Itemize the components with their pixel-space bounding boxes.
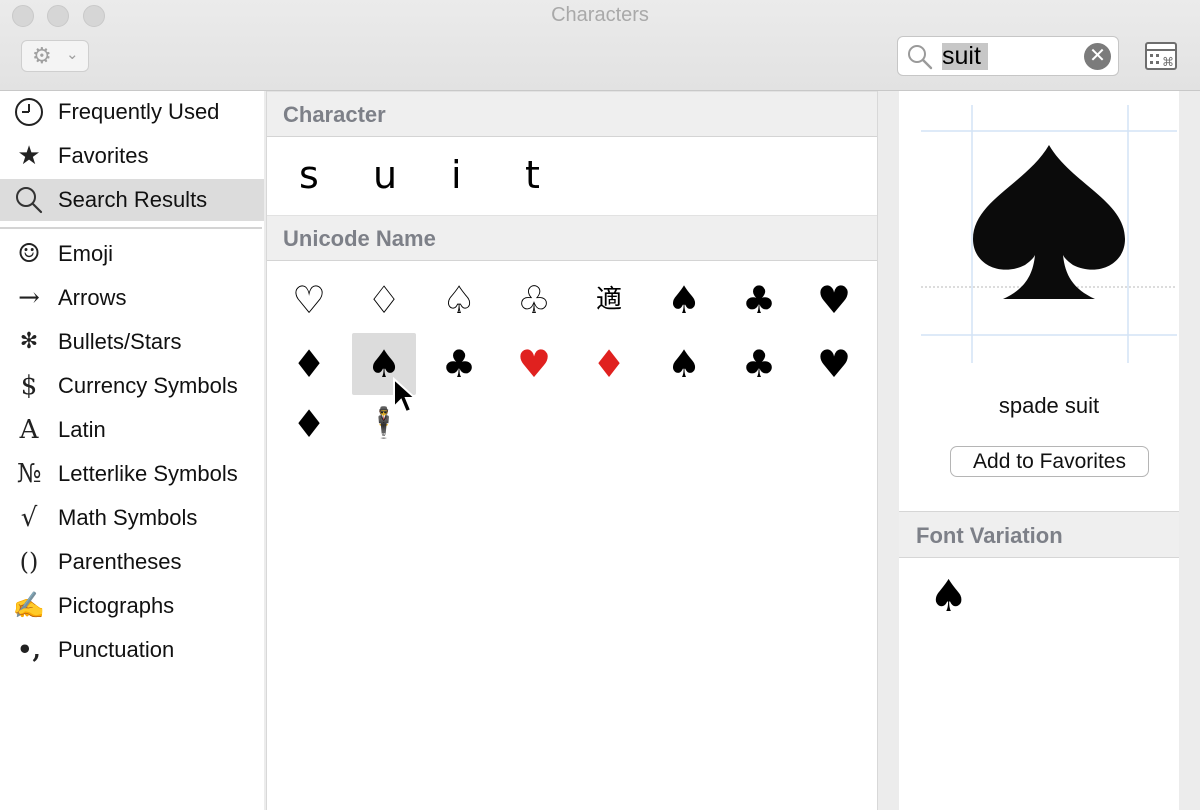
punctuation-icon: •, [17,635,41,664]
search-field[interactable]: ✕ [897,36,1119,76]
sidebar-item-pictographs[interactable]: ✍ Pictographs [0,585,264,627]
asterisk-icon: ✻ [19,329,39,354]
action-menu-button[interactable]: ⚙ ⌄ [21,40,89,72]
glyph-circled-ideograph-suitable[interactable]: 適 [577,269,641,331]
clock-icon [8,91,50,133]
sidebar-item-label: Math Symbols [58,505,198,530]
sidebar-item-label: Pictographs [58,593,175,618]
arrow-icon: → [18,283,40,313]
sidebar-item-arrows[interactable]: → Arrows [0,277,264,319]
glyph-black-diamond-suit[interactable]: ♦ [277,333,341,395]
sidebar-item-label: Punctuation [58,637,175,662]
sidebar-item-emoji[interactable]: ☺ Emoji [0,233,264,275]
unicode-name-section-header: Unicode Name [267,215,877,261]
mouse-pointer-icon [393,377,418,414]
sidebar-item-label: Emoji [58,241,114,266]
glyph-spade-suit[interactable]: ♠ [652,333,716,395]
sidebar-item-label: Currency Symbols [58,373,238,398]
glyph-white-spade-suit[interactable]: ♤ [427,269,491,331]
search-input[interactable] [942,42,1072,70]
character-u[interactable]: u [373,153,397,197]
writing-hand-icon: ✍ [12,591,46,621]
dollar-icon: $ [20,371,38,401]
sidebar-item-label: Latin [58,417,106,442]
character-detail-pane: spade suit Add to Favorites Font Variati… [899,91,1179,810]
sidebar-item-currency-symbols[interactable]: $ Currency Symbols [0,365,264,407]
glyph-black-club-suit[interactable]: ♣ [727,269,791,331]
sidebar-item-frequently-used[interactable]: Frequently Used [0,91,264,133]
sidebar-item-label: Letterlike Symbols [58,461,238,486]
smiley-icon: ☺ [17,239,41,269]
character-s[interactable]: s [299,153,319,197]
sidebar-item-label: Search Results [58,187,208,212]
glyph-diamond-suit-emoji[interactable]: ♦ [577,333,641,395]
add-to-favorites-button[interactable]: Add to Favorites [950,446,1149,477]
glyph-white-diamond-suit[interactable]: ♢ [352,269,416,331]
font-variation-section-header: Font Variation [899,511,1179,558]
sidebar-item-label: Arrows [58,285,127,310]
sqrt-icon: √ [20,503,38,533]
sidebar-item-latin[interactable]: A Latin [0,409,264,451]
character-i[interactable]: i [451,153,462,197]
character-t[interactable]: t [525,153,540,197]
star-icon: ★ [17,141,41,171]
title-bar: Characters ⚙ ⌄ ✕ ⌘ [0,0,1200,91]
glyph-diamond-suit[interactable]: ♦ [277,393,341,455]
glyph-white-heart-suit[interactable]: ♡ [277,269,341,331]
glyph-white-club-suit[interactable]: ♧ [502,269,566,331]
sidebar-item-math-symbols[interactable]: √ Math Symbols [0,497,264,539]
glyph-club-suit-emoji[interactable]: ♣ [427,333,491,395]
sidebar-item-favorites[interactable]: ★ Favorites [0,135,264,177]
glyph-heart-suit[interactable]: ♥ [802,333,866,395]
font-variation-glyph[interactable]: ♠ [929,571,968,622]
parentheses-icon: () [19,548,39,576]
search-results-pane: Character suit Unicode Name ♡ ♢ ♤ ♧ 適 ♠ ♣ ♥ ♦ ♠ ♣ ♥… [266,91,878,810]
glyph-black-heart-suit[interactable]: ♥ [802,269,866,331]
sidebar-item-label: Parentheses [58,549,182,574]
character-section-header: Character [267,91,877,137]
svg-text:⌘: ⌘ [1162,55,1174,69]
latin-a-icon: A [19,415,39,445]
sidebar-item-search-results[interactable]: Search Results [0,179,264,221]
search-icon [8,179,50,221]
sidebar-item-parentheses[interactable]: () Parentheses [0,541,264,583]
selected-character-name: spade suit [998,393,1100,418]
gear-icon: ⚙ [32,43,52,68]
sidebar-item-label: Favorites [58,143,149,168]
keyboard-viewer-icon[interactable]: ⌘ [1145,42,1177,70]
chevron-down-icon: ⌄ [66,46,79,63]
glyph-heart-suit-emoji[interactable]: ♥ [502,333,566,395]
search-icon [908,45,933,70]
sidebar-divider [0,227,262,229]
sidebar-item-letterlike-symbols[interactable]: № Letterlike Symbols [0,453,264,495]
window-title: Characters [551,4,649,26]
sidebar-item-label: Frequently Used [58,99,220,124]
sidebar-item-bullets-stars[interactable]: ✻ Bullets/Stars [0,321,264,363]
sidebar-item-label: Bullets/Stars [58,329,182,354]
numero-icon: № [16,459,42,489]
glyph-black-spade-suit[interactable]: ♠ [652,269,716,331]
category-sidebar: Frequently Used ★ Favorites Search Results ☺… [0,91,264,810]
clear-search-icon[interactable]: ✕ [1084,43,1111,70]
glyph-preview [921,105,1177,363]
sidebar-item-punctuation[interactable]: •, Punctuation [0,629,264,671]
glyph-club-suit[interactable]: ♣ [727,333,791,395]
